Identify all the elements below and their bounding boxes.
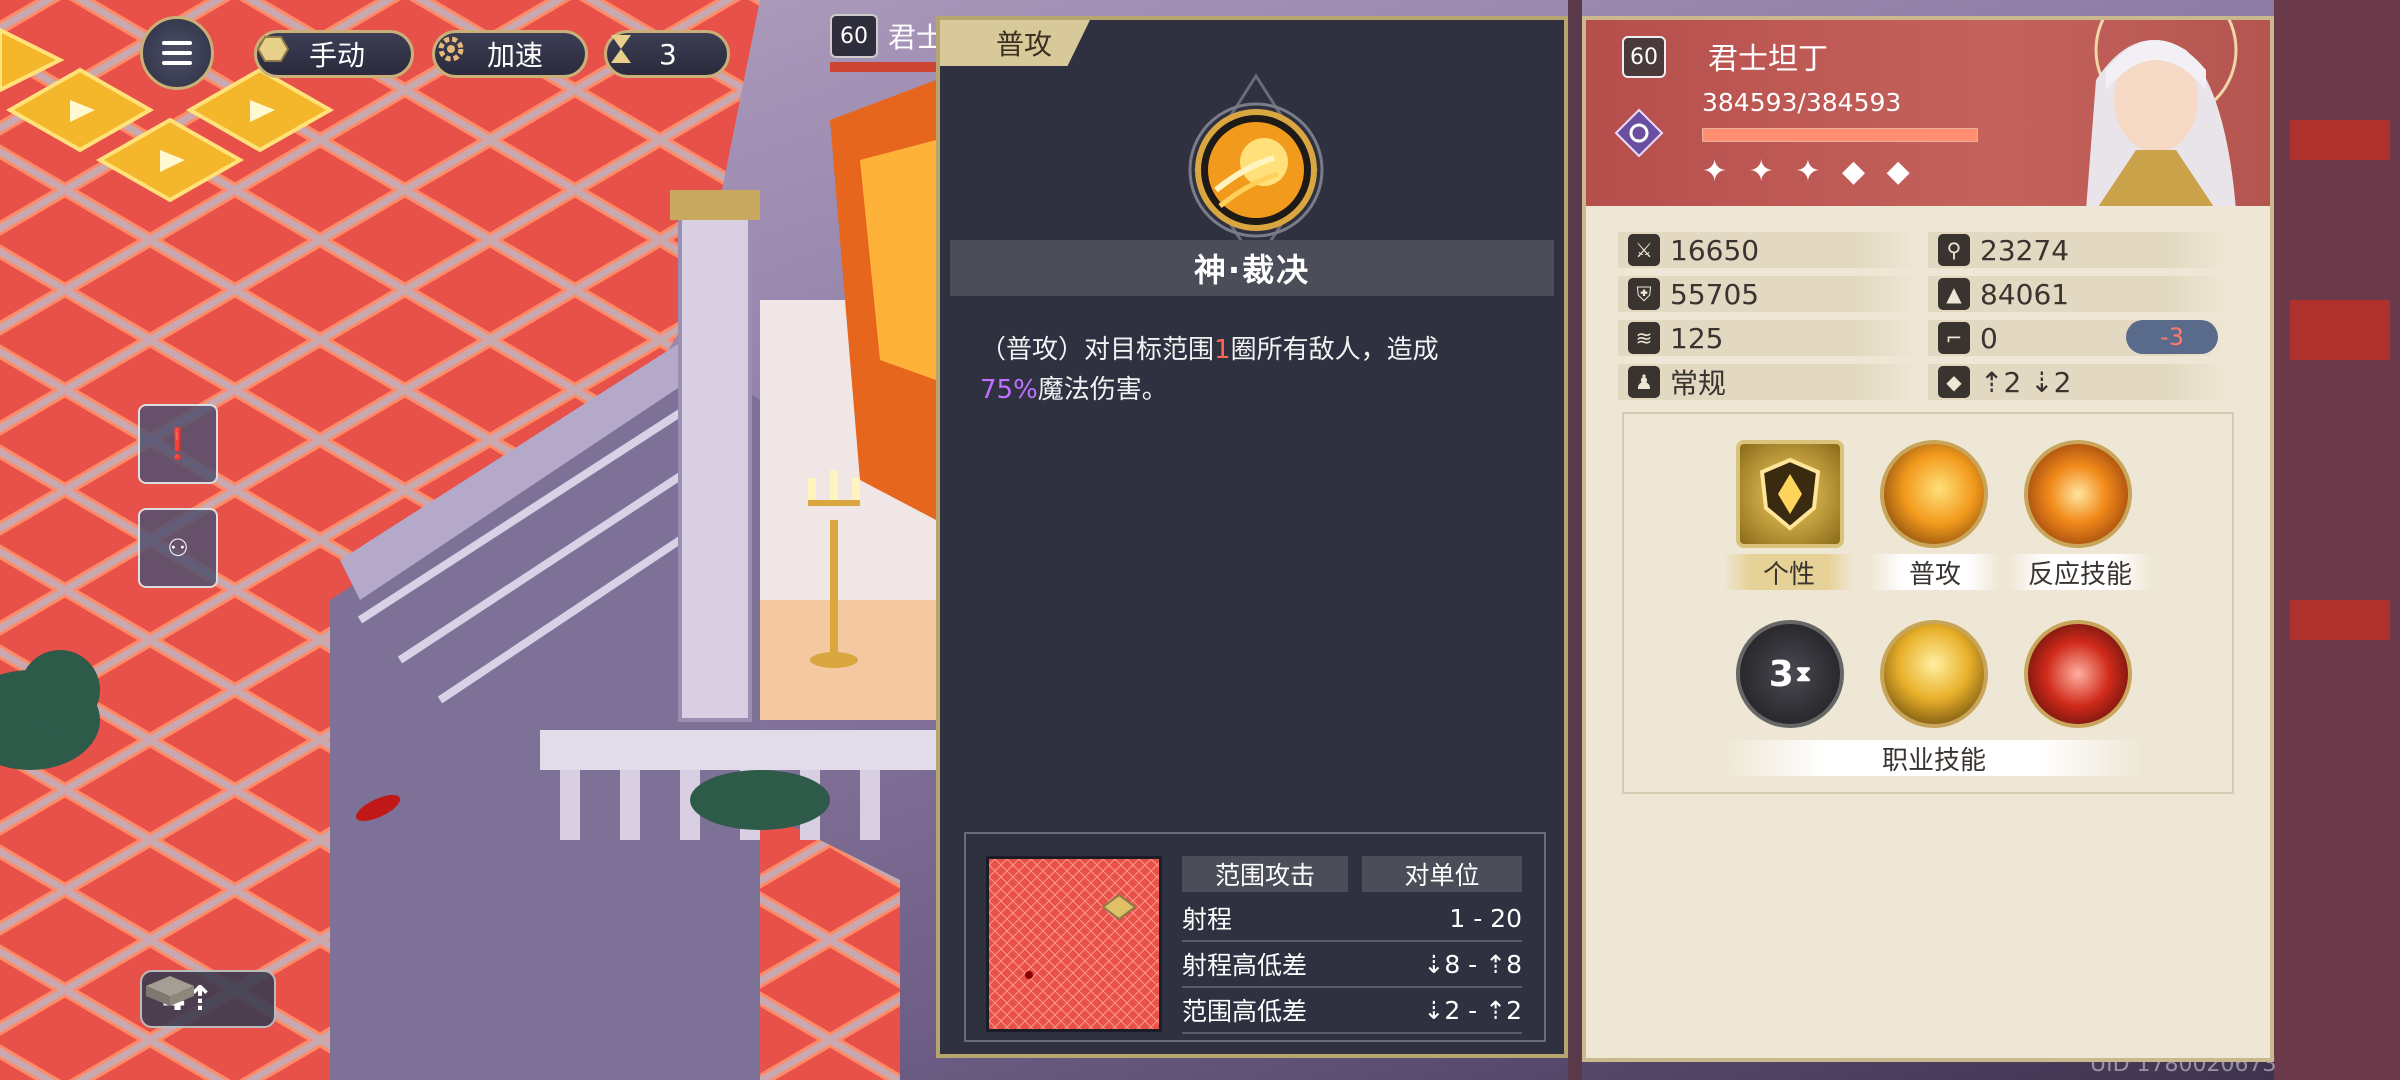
stat-physical-defense: ⛨ 55705 [1618,276,1918,312]
skills-section: 个性 普攻 反应技能 3 ⧗ 职业技能 [1622,412,2234,794]
jump-debuff-badge: -3 [2126,320,2218,354]
character-level: 60 [1622,36,1666,78]
staff-icon: ⚲ [1938,234,1970,266]
area-height-label: 范围高低差 [1182,997,1308,1026]
character-star-rank: ✦ ✦ ✦ ◆ ◆ [1702,154,1916,189]
shield-emblem-icon [1759,457,1821,531]
stat-height: ◆ ⇡2 ⇣2 [1928,364,2228,400]
target-type-tag: 对单位 [1362,856,1522,892]
skill-description: （普攻）对目标范围1圈所有敌人，造成 75%魔法伤害。 [980,335,1439,405]
character-name: 君士坦丁 [1708,42,1828,77]
hexagon-icon [257,36,299,71]
manual-mode-label: 手动 [309,39,366,72]
stat-unit-type: ♟ 常规 [1618,364,1918,400]
reaction-skill-label: 反应技能 [2008,554,2152,590]
range-value: 1 - 20 [1449,903,1522,933]
skill-cooldown-value: 3 [1768,653,1794,695]
enemy-hp-bar [830,62,940,72]
turn-order-button[interactable]: ⚇ [138,508,218,588]
character-hp-text: 384593/384593 [1702,88,1902,117]
stat-magic-defense: ▲ 84061 [1928,276,2228,312]
range-row: 射程 1 - 20 [1182,896,1522,942]
wizard-hat-icon: ▲ [1938,278,1970,310]
character-header: 60 君士坦丁 384593/384593 ✦ ✦ ✦ ◆ ◆ [1586,20,2270,206]
hourglass-icon [611,35,649,71]
stat-magic-attack: ⚲ 23274 [1928,232,2228,268]
trait-skill-icon[interactable] [1736,440,1844,548]
class-skills-label: 职业技能 [1724,740,2144,776]
menu-icon [162,41,192,45]
turn-count: 3 [659,37,677,71]
hourglass-icon: ⧗ [1795,661,1812,687]
skill-category-tab: 普攻 [940,20,1090,66]
boot-icon: ⌐ [1938,322,1970,354]
character-info-panel: 60 君士坦丁 384593/384593 ✦ ✦ ✦ ◆ ◆ ⚔ 16650 … [1582,16,2274,1062]
speed-up-label: 加速 [487,39,544,72]
range-type-tag: 范围攻击 [1182,856,1348,892]
alert-view-button[interactable]: ❗ [138,404,218,484]
range-height-value: ⇣8 - ⇡8 [1423,949,1522,979]
person-icon: ♟ [1628,366,1660,398]
enemy-unit-label: 60 君士 [830,14,944,58]
character-portrait [2086,20,2238,206]
skill-range-info: 范围攻击 对单位 射程 1 - 20 射程高低差 ⇣8 - ⇡8 范围高低差 ⇣… [964,832,1546,1042]
stat-physical-attack: ⚔ 16650 [1618,232,1918,268]
height-icon: ◆ [1938,366,1970,398]
range-label: 射程 [1182,905,1233,934]
sword-icon: ⚔ [1628,234,1660,266]
turn-order-icon: ⚇ [167,534,189,562]
area-height-row: 范围高低差 ⇣2 - ⇡2 [1182,988,1522,1034]
class-icon [1614,108,1664,158]
turn-counter: 3 [604,30,730,78]
reaction-skill-icon[interactable] [2024,440,2132,548]
range-map [986,856,1162,1032]
range-height-row: 射程高低差 ⇣8 - ⇡8 [1182,942,1522,988]
alert-icon: ❗ [159,426,197,462]
trait-skill-label: 个性 [1724,554,1854,590]
enemy-level: 60 [830,14,878,58]
character-hp-bar [1702,128,1978,142]
wing-boot-icon: ≋ [1628,322,1660,354]
shield-icon: ⛨ [1628,278,1660,310]
menu-button[interactable] [140,16,214,90]
class-skill-2-icon[interactable] [1880,620,1988,728]
area-height-value: ⇣2 - ⇡2 [1423,995,1522,1025]
speed-up-button[interactable]: 加速 [432,30,588,78]
skill-detail-panel: 普攻 神·裁决 （普攻）对目标范围1圈所有敌人，造成 75%魔法伤害。 范围攻击 … [936,16,1568,1058]
stat-movement: ≋ 125 [1618,320,1918,356]
class-skill-1-icon[interactable]: 3 ⧗ [1736,620,1844,728]
damage-percent: 75% [980,375,1038,405]
terrain-height-indicator[interactable]: 4 ⇡ [140,970,276,1028]
manual-mode-button[interactable]: 手动 [254,30,414,78]
class-skill-3-icon[interactable] [2024,620,2132,728]
normal-attack-skill-icon[interactable] [1880,440,1988,548]
range-height-label: 射程高低差 [1182,951,1308,980]
normal-attack-skill-label: 普攻 [1870,554,2000,590]
gear-icon [438,36,477,71]
skill-name: 神·裁决 [950,240,1554,296]
range-ring-count: 1 [1214,335,1231,365]
